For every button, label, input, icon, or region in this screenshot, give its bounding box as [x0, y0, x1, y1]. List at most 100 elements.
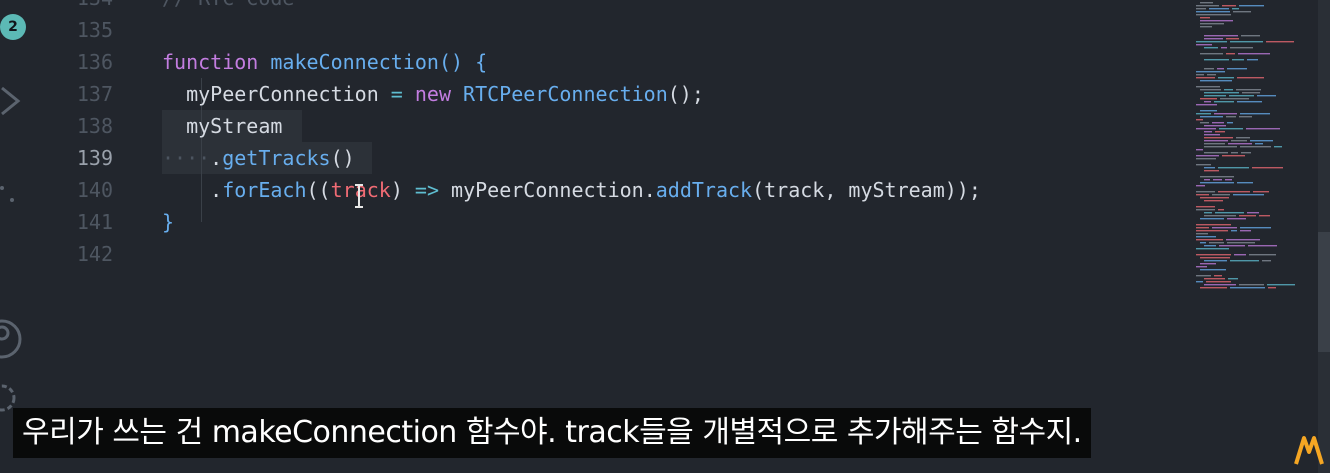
minimap-line [1196, 86, 1220, 88]
minimap-line [1221, 47, 1227, 49]
minimap-line [1247, 212, 1259, 214]
code-line[interactable]: 139 ····.getTracks() [38, 142, 1188, 174]
code-token: myPeerConnection. [439, 178, 656, 202]
code-token: new [414, 82, 451, 106]
minimap-line [1246, 128, 1280, 130]
minimap-line [1239, 284, 1264, 286]
minimap-line [1230, 47, 1253, 49]
minimap-line [1196, 119, 1203, 121]
minimap-line [1226, 53, 1235, 55]
minimap-line [1196, 194, 1209, 196]
minimap-line [1196, 233, 1208, 235]
code-line[interactable]: 136 function makeConnection() { [38, 46, 1188, 78]
minimap-line [1230, 41, 1263, 43]
code-line[interactable]: 141} [38, 206, 1188, 238]
minimap-line [1215, 131, 1225, 133]
code-text: myPeerConnection = new RTCPeerConnection… [162, 78, 704, 110]
minimap-line [1204, 146, 1237, 148]
minimap-line [1200, 257, 1230, 259]
code-line[interactable]: 137 myPeerConnection = new RTCPeerConnec… [38, 78, 1188, 110]
minimap-line [1204, 68, 1214, 70]
more-dots-icon[interactable] [0, 184, 20, 204]
minimap-line [1236, 89, 1261, 91]
minimap-line [1196, 113, 1211, 115]
minimap-line [1237, 77, 1264, 79]
minimap-line [1218, 167, 1249, 169]
minimap-line [1200, 80, 1232, 82]
minimap-line [1200, 122, 1209, 124]
code-line[interactable]: 140 .forEach((track) => myPeerConnection… [38, 174, 1188, 206]
code-line[interactable]: 142 [38, 238, 1188, 270]
line-number: 141 [76, 210, 113, 234]
minimap-line [1215, 212, 1244, 214]
minimap-line [1196, 248, 1229, 250]
code-token: forEach [222, 178, 307, 202]
minimap-line [1240, 146, 1271, 148]
minimap-line [1204, 59, 1229, 61]
minimap-line [1227, 218, 1246, 220]
minimap-line [1204, 170, 1219, 172]
minimap-line [1196, 230, 1228, 232]
minimap-line [1200, 218, 1224, 220]
scrollbar-thumb[interactable] [1318, 232, 1330, 352]
minimap-line [1200, 176, 1234, 178]
minimap-line [1230, 287, 1265, 289]
minimap-line [1204, 125, 1226, 127]
minimap-line [1219, 245, 1245, 247]
minimap-line [1200, 116, 1223, 118]
minimap-line [1196, 185, 1205, 187]
explorer-chevron-icon[interactable] [0, 86, 24, 116]
minimap-line [1242, 92, 1260, 94]
minimap-line [1200, 182, 1234, 184]
code-token: function [162, 50, 259, 74]
minimap-line [1228, 143, 1252, 145]
minimap-line [1247, 59, 1258, 61]
minimap-line [1239, 5, 1264, 7]
minimap-line [1204, 200, 1223, 202]
minimap-line [1204, 137, 1233, 139]
minimap-line [1226, 38, 1239, 40]
code-token: . [162, 178, 223, 202]
minimap[interactable] [1192, 0, 1302, 290]
code-editor[interactable]: 134 // RTC Code 135 136 function makeConnect… [38, 0, 1190, 473]
minimap-line [1212, 194, 1230, 196]
code-line[interactable]: 138 myStream [38, 110, 1188, 142]
minimap-line [1262, 260, 1271, 262]
minimap-line [1196, 104, 1217, 106]
line-number: 139 [76, 146, 113, 170]
code-token: (); [667, 82, 704, 106]
account-icon[interactable] [0, 318, 22, 360]
code-token: myPeerConnection [162, 82, 391, 106]
minimap-line [1196, 14, 1231, 16]
minimap-line [1196, 227, 1209, 229]
line-number: 135 [76, 18, 113, 42]
minimap-line [1204, 92, 1239, 94]
minimap-line [1249, 254, 1276, 256]
code-line[interactable]: 135 [38, 14, 1188, 46]
activity-bar: 2 [0, 0, 38, 473]
notification-badge[interactable]: 2 [0, 14, 26, 40]
minimap-line [1204, 245, 1216, 247]
minimap-line [1204, 215, 1236, 217]
line-number: 137 [76, 82, 113, 106]
minimap-line [1237, 182, 1253, 184]
minimap-line [1196, 74, 1204, 76]
minimap-line [1204, 47, 1218, 49]
minimap-line [1209, 8, 1229, 10]
minimap-line [1219, 128, 1243, 130]
minimap-line [1204, 212, 1212, 214]
code-token: ) [390, 178, 415, 202]
minimap-line [1204, 95, 1226, 97]
minimap-line [1240, 230, 1251, 232]
code-line[interactable]: 134 // RTC Code [38, 0, 1188, 14]
minimap-line [1196, 275, 1211, 277]
minimap-line [1268, 287, 1276, 289]
minimap-line [1196, 164, 1211, 166]
minimap-line [1214, 275, 1222, 277]
minimap-line [1237, 101, 1262, 103]
minimap-line [1241, 35, 1260, 37]
minimap-line [1200, 17, 1210, 19]
